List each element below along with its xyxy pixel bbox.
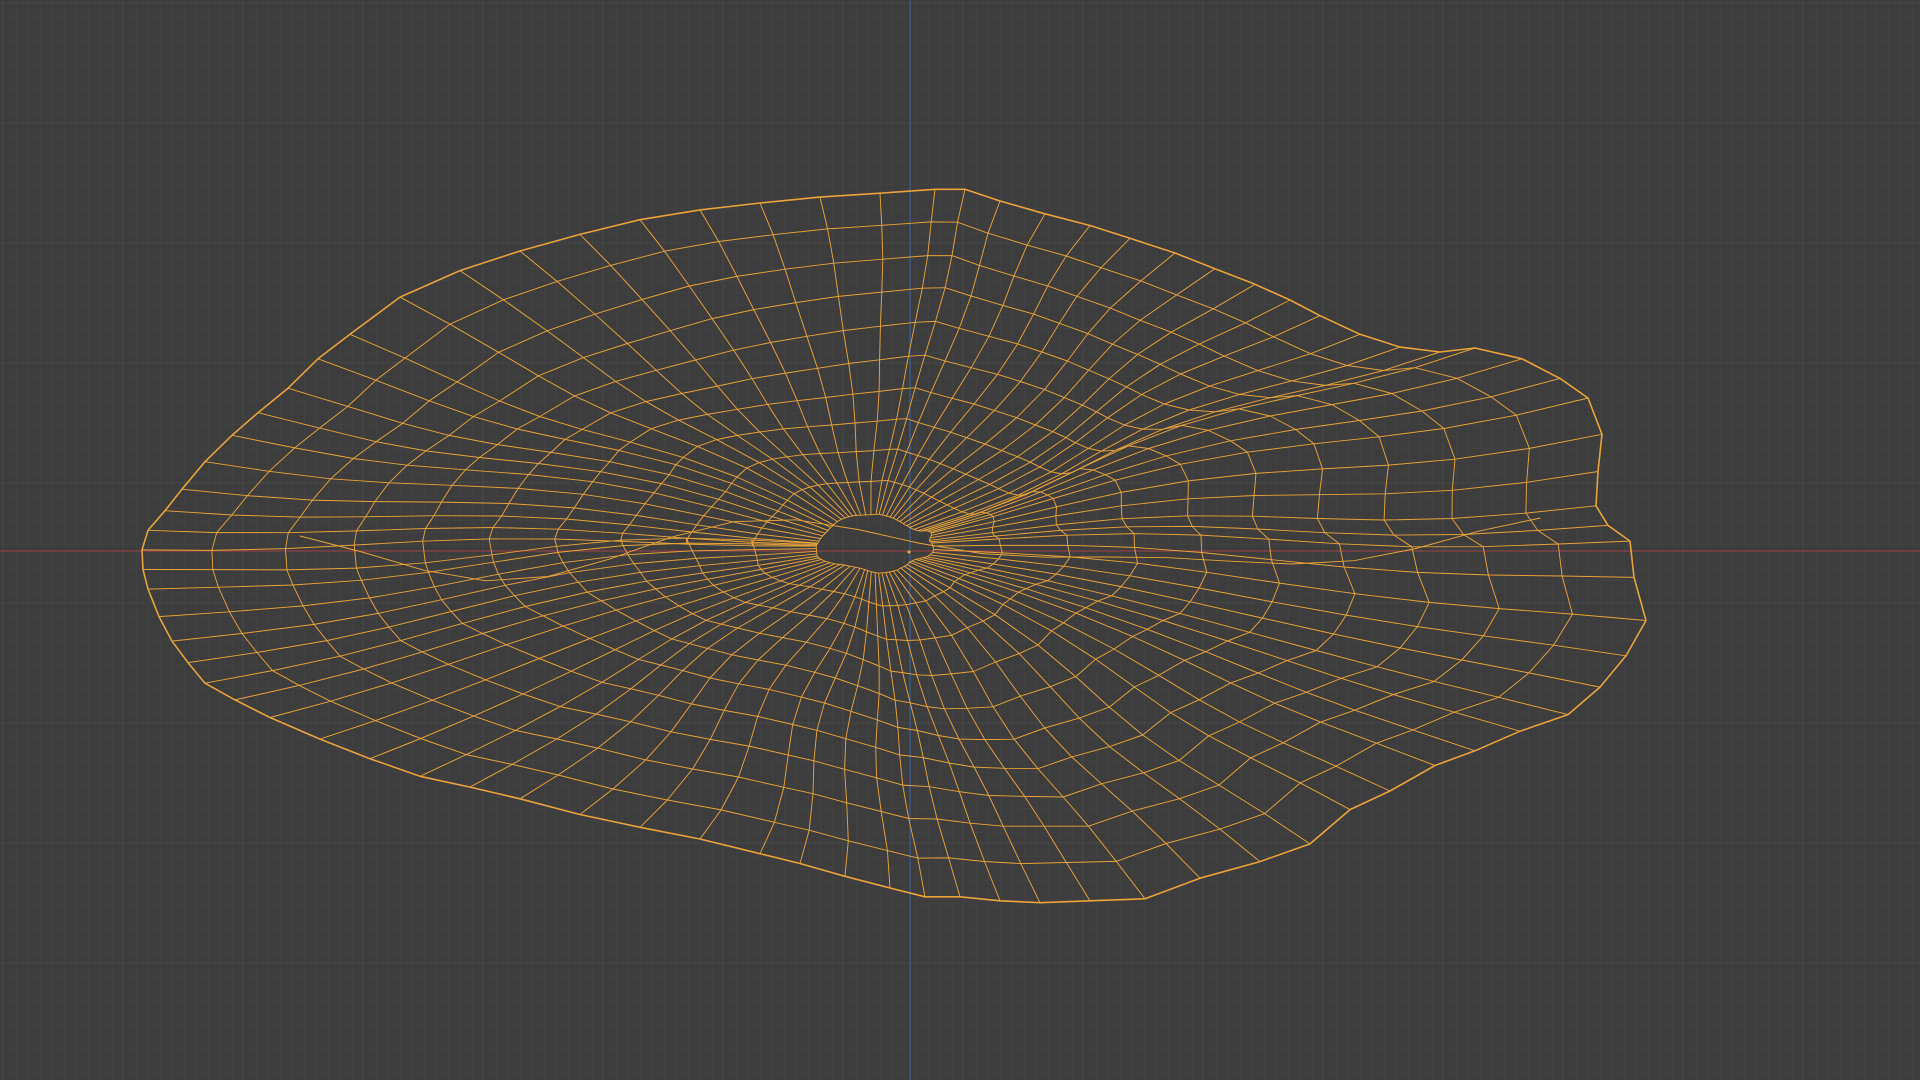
- viewport-canvas[interactable]: [0, 0, 1920, 1080]
- object-origin-point: [907, 550, 911, 554]
- 3d-viewport[interactable]: [0, 0, 1920, 1080]
- floor-grid: [0, 0, 1920, 1080]
